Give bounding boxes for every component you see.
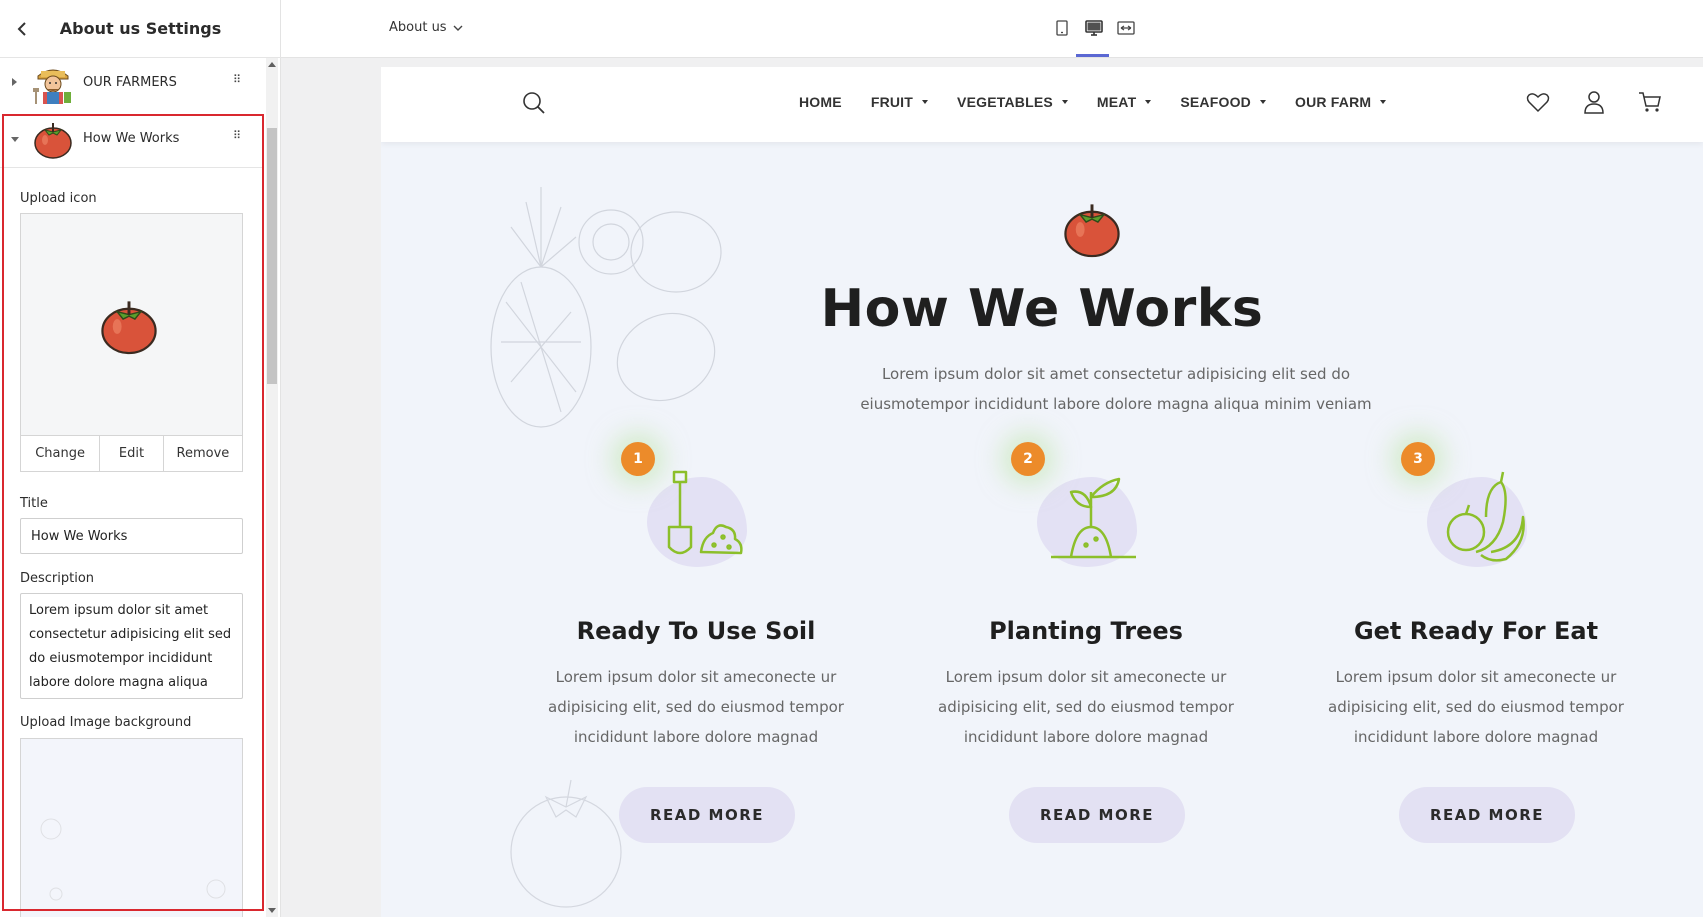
title-label: Title (20, 496, 48, 511)
section-item-label: OUR FARMERS (83, 75, 177, 90)
section-item-our-farmers[interactable]: OUR FARMERS ⠿ (0, 58, 262, 108)
read-more-button[interactable]: READ MORE (619, 787, 795, 843)
scrollbar-thumb[interactable] (267, 128, 277, 384)
dropdown-caret-icon (1145, 100, 1152, 104)
step-card: 1 Ready To Use Soil Lorem ipsum dolor si… (531, 437, 861, 877)
step-title: Planting Trees (989, 617, 1183, 645)
search-icon[interactable] (521, 90, 547, 116)
nav-item-home[interactable]: HOME (799, 94, 842, 110)
nav-item-label: HOME (799, 94, 842, 110)
dropdown-caret-icon (1061, 100, 1068, 104)
chevron-down-icon (453, 25, 463, 31)
mobile-icon[interactable] (1052, 18, 1072, 38)
step-number-badge: 3 (1401, 442, 1435, 476)
scroll-up-arrow-icon[interactable] (268, 62, 276, 67)
nav-item-vegetables[interactable]: VEGETABLES (957, 94, 1068, 110)
upload-background-label: Upload Image background (20, 715, 192, 730)
step-card: 3 Get Ready For Eat Lorem ipsum dolor si… (1311, 437, 1641, 877)
page-selector-label: About us (389, 20, 447, 35)
desktop-icon[interactable] (1084, 18, 1104, 38)
cart-icon[interactable] (1637, 89, 1663, 115)
section-title: How We Works (820, 279, 1264, 339)
preview-toolbar: About us (281, 0, 1703, 58)
step-title: Get Ready For Eat (1353, 617, 1599, 645)
nav-item-label: MEAT (1096, 94, 1137, 110)
upload-icon-actions: Change Edit Remove (20, 436, 243, 472)
title-input[interactable] (20, 518, 243, 554)
step-card: 2 Planting Trees Lorem ipsum dolor sit a… (921, 437, 1251, 877)
expand-caret-icon[interactable] (12, 78, 17, 86)
step-number-badge: 1 (621, 442, 655, 476)
nav-item-our-farm[interactable]: OUR FARM (1294, 94, 1387, 110)
step-description: Lorem ipsum dolor sit ameconecte ur adip… (1328, 668, 1624, 746)
change-button[interactable]: Change (21, 436, 101, 471)
drag-handle-icon[interactable]: ⠿ (233, 74, 241, 85)
dropdown-caret-icon (1259, 100, 1266, 104)
sprout-plant-icon (1051, 477, 1136, 559)
farmer-icon (33, 69, 71, 104)
drag-handle-icon[interactable]: ⠿ (233, 130, 241, 141)
upload-icon-label: Upload icon (20, 191, 97, 206)
settings-panel: About us Settings OUR FARMERS ⠿ How We W… (0, 0, 281, 917)
site-navbar: HOME FRUIT VEGETABLES MEAT SEAFOOD OUR F… (381, 67, 1703, 142)
description-textarea[interactable]: Lorem ipsum dolor sit amet consectetur a… (20, 593, 243, 699)
heart-icon[interactable] (1525, 89, 1551, 115)
tomato-icon (101, 301, 157, 355)
settings-header: About us Settings (0, 0, 281, 58)
settings-scroll-area: OUR FARMERS ⠿ How We Works ⠿ Upload icon (0, 58, 262, 917)
nav-item-label: SEAFOOD (1180, 94, 1251, 110)
fullwidth-icon[interactable] (1116, 18, 1136, 38)
description-label: Description (20, 571, 95, 586)
edit-button[interactable]: Edit (100, 436, 164, 471)
collapse-caret-icon[interactable] (11, 137, 19, 142)
nav-item-label: VEGETABLES (957, 94, 1053, 110)
page-selector[interactable]: About us (389, 20, 463, 35)
section-item-label: How We Works (83, 131, 180, 146)
nav-item-fruit[interactable]: FRUIT (870, 94, 929, 110)
read-more-button[interactable]: READ MORE (1399, 787, 1575, 843)
tomato-icon (1064, 204, 1120, 258)
section-item-how-we-works[interactable]: How We Works ⠿ (0, 114, 262, 164)
scroll-down-arrow-icon[interactable] (268, 908, 276, 913)
divider (0, 167, 262, 168)
nav-item-meat[interactable]: MEAT (1096, 94, 1152, 110)
dropdown-caret-icon (1380, 100, 1387, 104)
device-switcher (1052, 18, 1136, 38)
upload-background-preview[interactable] (20, 738, 243, 917)
site-nav-menu: HOME FRUIT VEGETABLES MEAT SEAFOOD OUR F… (799, 94, 1415, 110)
user-icon[interactable] (1581, 89, 1607, 115)
step-title: Ready To Use Soil (576, 617, 816, 645)
step-number-badge: 2 (1011, 442, 1045, 476)
read-more-button[interactable]: READ MORE (1009, 787, 1185, 843)
step-description: Lorem ipsum dolor sit ameconecte ur adip… (548, 668, 844, 746)
remove-button[interactable]: Remove (164, 436, 242, 471)
settings-title: About us Settings (59, 19, 222, 38)
active-device-indicator (1076, 54, 1109, 57)
site-preview: HOME FRUIT VEGETABLES MEAT SEAFOOD OUR F… (381, 67, 1703, 917)
settings-scrollbar[interactable] (266, 58, 278, 917)
vegetables-icon (1446, 471, 1525, 562)
nav-item-label: FRUIT (870, 94, 914, 110)
nav-item-seafood[interactable]: SEAFOOD (1180, 94, 1266, 110)
upload-icon-preview[interactable] (20, 213, 243, 436)
dropdown-caret-icon (922, 100, 929, 104)
background-thumbnail-image (40, 818, 226, 901)
section-description: Lorem ipsum dolor sit amet consectetur a… (860, 365, 1372, 413)
site-nav-icons (1525, 89, 1663, 115)
step-description: Lorem ipsum dolor sit ameconecte ur adip… (938, 668, 1234, 746)
tomato-icon (34, 123, 72, 159)
nav-item-label: OUR FARM (1294, 94, 1372, 110)
shovel-soil-icon (667, 470, 743, 555)
